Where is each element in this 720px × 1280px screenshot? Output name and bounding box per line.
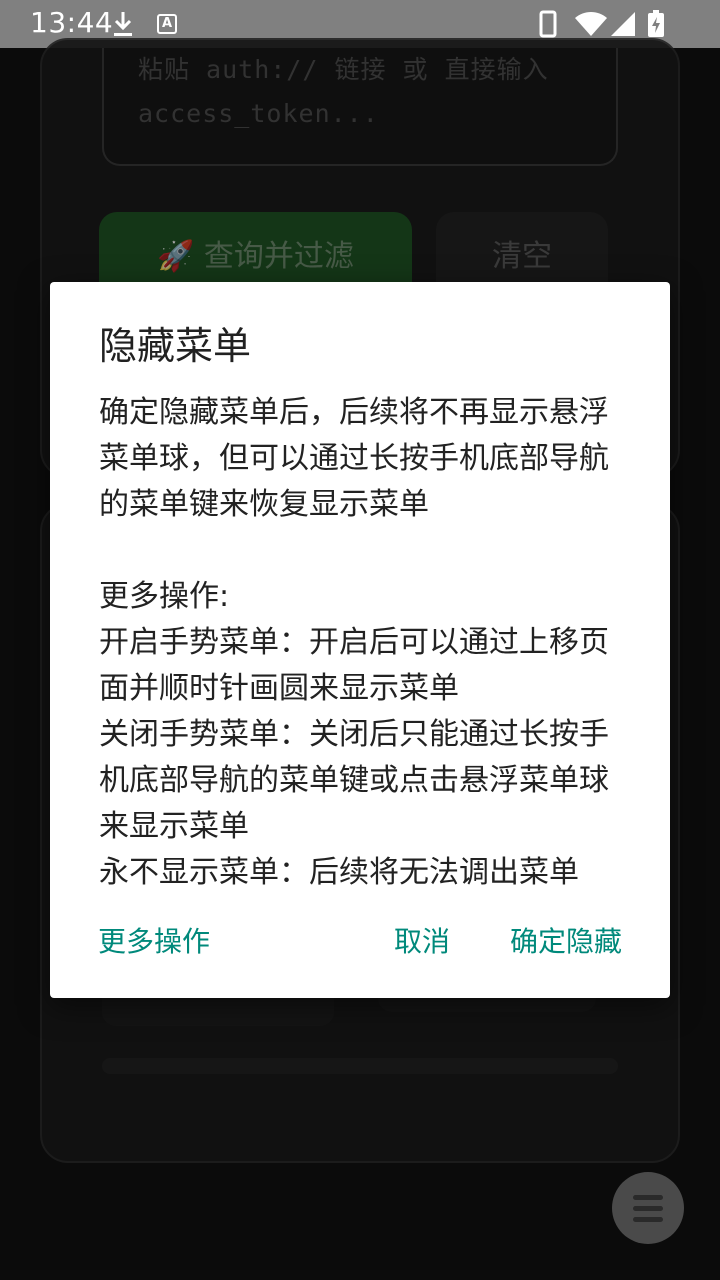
- confirm-hide-button[interactable]: 确定隐藏: [510, 916, 622, 968]
- floating-menu-ball[interactable]: [612, 1172, 684, 1244]
- dialog-message: 确定隐藏菜单后，后续将不再显示悬浮菜单球，但可以通过长按手机底部导航的菜单键来恢…: [99, 395, 609, 890]
- status-time: 13:44: [30, 6, 114, 39]
- menu-icon: [633, 1194, 663, 1200]
- hide-menu-dialog: 隐藏菜单 确定隐藏菜单后，后续将不再显示悬浮菜单球，但可以通过长按手机底部导航的…: [50, 282, 670, 998]
- phone-icon: [538, 10, 558, 38]
- a-notification-icon: A: [156, 10, 178, 38]
- more-actions-button[interactable]: 更多操作: [98, 916, 210, 968]
- dialog-title: 隐藏菜单: [99, 324, 252, 368]
- download-icon: [112, 10, 134, 38]
- wifi-icon: [574, 10, 608, 38]
- cancel-button[interactable]: 取消: [394, 916, 450, 968]
- signal-icon: [610, 10, 636, 38]
- battery-charging-icon: [646, 10, 666, 38]
